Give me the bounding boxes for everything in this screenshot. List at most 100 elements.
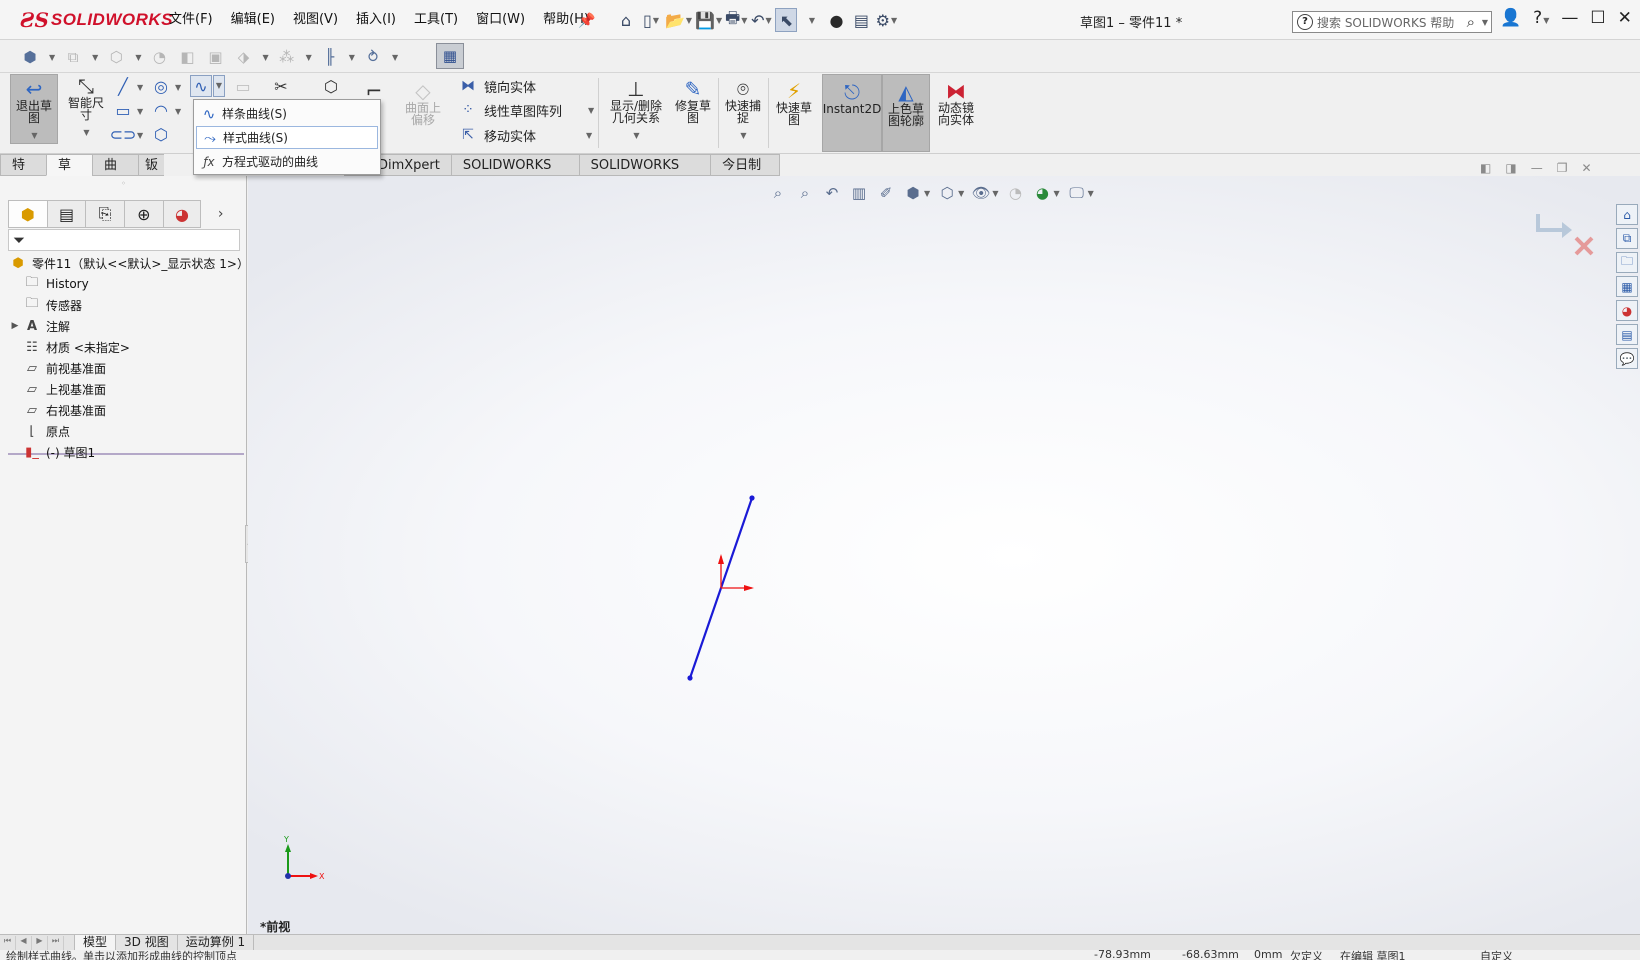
tab-solidworks-mbd[interactable]: SOLIDWORKS MBD	[578, 154, 711, 194]
propertymanager-tab-icon[interactable]: ▤	[46, 200, 86, 228]
rib-icon[interactable]: ⬗	[233, 47, 253, 67]
cancel-sketch-corner-icon[interactable]	[1574, 236, 1594, 256]
tab-today-manufacturing[interactable]: 今日制造	[710, 154, 781, 194]
close-icon[interactable]: ✕	[1618, 8, 1632, 28]
zoom-to-area-icon[interactable]: ⌕	[795, 183, 815, 203]
instant2d-button[interactable]: ⎋ Instant2D	[822, 74, 882, 152]
menu-file[interactable]: 文件(F)	[160, 7, 222, 33]
line-dropdown-icon[interactable]: ▼	[137, 83, 143, 92]
reference-geometry-icon[interactable]: ╟	[320, 47, 340, 67]
tree-item-sketch1[interactable]: ▮_ (-) 草图1	[8, 442, 95, 462]
shaded-sketch-contours-button[interactable]: ◭ 上色草 图轮廓	[882, 74, 930, 152]
chamfer-icon[interactable]: ◧	[177, 47, 197, 67]
reference-dropdown-icon[interactable]: ▼	[349, 53, 355, 62]
fillet-icon[interactable]: ◔	[149, 47, 169, 67]
tab-3d-views[interactable]: 3D 视图	[115, 934, 177, 951]
select-pointer-icon[interactable]: ⬉	[775, 8, 798, 32]
menu-insert[interactable]: 插入(I)	[347, 7, 405, 33]
tab-sketch[interactable]: 草图	[45, 154, 92, 194]
view-settings-dropdown-icon[interactable]: ▼	[1088, 189, 1094, 198]
rectangle-icon[interactable]: ▭	[112, 99, 134, 121]
save-icon[interactable]: 💾 ▼	[695, 8, 722, 32]
last-tab-icon[interactable]: ⏭	[48, 935, 64, 950]
design-library-icon[interactable]: ⧉	[1616, 228, 1638, 249]
arc-dropdown-icon[interactable]: ▼	[175, 107, 181, 116]
show-delete-relations-button[interactable]: ⊥ 显示/删除 几何关系 ▼	[602, 78, 670, 144]
zoom-to-fit-icon[interactable]: ⌕	[768, 183, 788, 203]
user-account-icon[interactable]: 👤	[1500, 8, 1521, 28]
circle-icon[interactable]: ◎	[150, 75, 172, 97]
linear-pattern-dropdown-icon[interactable]: ▼	[588, 106, 594, 115]
assembly-dropdown-icon[interactable]: ▼	[92, 53, 98, 62]
tab-solidworks-addins[interactable]: SOLIDWORKS 插件	[450, 154, 579, 194]
line-icon[interactable]: ╱	[112, 75, 134, 97]
menu-window[interactable]: 窗口(W)	[467, 7, 534, 33]
panel-grip-icon[interactable]: ◦	[0, 176, 247, 190]
tab-surfaces[interactable]: 曲面	[91, 154, 138, 194]
exit-sketch-corner-icon[interactable]	[1536, 214, 1572, 238]
rectangle-dropdown-icon[interactable]: ▼	[137, 107, 143, 116]
status-units[interactable]: 自定义	[1480, 950, 1513, 960]
custom-properties-icon[interactable]: ▤	[1616, 324, 1638, 345]
menu-item-style-spline[interactable]: ⤳ 样式曲线(S)	[196, 126, 378, 149]
tree-root-part[interactable]: ⬢ 零件11（默认<<默认>_显示状态 1>）	[8, 253, 249, 273]
convert-entities-icon[interactable]: ⬡	[320, 75, 342, 97]
configurationmanager-tab-icon[interactable]: ⎘	[85, 200, 125, 228]
tree-filter-input[interactable]: ⏷	[8, 229, 240, 251]
minimize-icon[interactable]: —	[1561, 8, 1578, 28]
collapse-left-icon[interactable]: ◧	[1480, 161, 1491, 175]
menu-view[interactable]: 视图(V)	[284, 7, 347, 33]
sketch-endpoint[interactable]	[749, 495, 755, 501]
spline-icon[interactable]: ∿	[190, 75, 212, 97]
next-tab-icon[interactable]: ▶	[32, 935, 48, 950]
view-palette-icon[interactable]: ▦	[1616, 276, 1638, 297]
tree-item-origin[interactable]: ⌊ 原点	[8, 421, 70, 441]
viewport-minimize-icon[interactable]: —	[1531, 161, 1543, 175]
previous-view-icon[interactable]: ↶	[822, 183, 842, 203]
select-dropdown-icon[interactable]: ▼	[800, 8, 822, 32]
text-icon[interactable]: ▭	[232, 75, 254, 97]
move-entities-button[interactable]: ⇱ 移动实体 ▼	[458, 124, 592, 146]
menu-tools[interactable]: 工具(T)	[405, 7, 467, 33]
rapid-sketch-button[interactable]: ⚡ 快速草 图	[772, 80, 816, 144]
file-explorer-icon[interactable]: 🗀	[1616, 252, 1638, 273]
shell-icon[interactable]: ▣	[205, 47, 225, 67]
view-orientation-icon[interactable]: ⬢	[903, 183, 923, 203]
print-icon[interactable]: 🖶 ▼	[725, 8, 747, 32]
edit-appearance-icon[interactable]: ◔	[1005, 183, 1025, 203]
search-icon[interactable]: ⌕	[1467, 13, 1475, 31]
chevron-right-icon[interactable]: ›	[201, 200, 240, 228]
viewport-restore-icon[interactable]: ❐	[1557, 161, 1568, 175]
options-gear-icon[interactable]: ⚙ ▼	[875, 8, 898, 32]
extrude-dropdown-icon[interactable]: ▼	[135, 53, 141, 62]
help-search-input[interactable]: ? 搜索 SOLIDWORKS 帮助 ⌕ ▼	[1292, 11, 1492, 33]
display-style-dropdown-icon[interactable]: ▼	[958, 189, 964, 198]
rib-dropdown-icon[interactable]: ▼	[262, 53, 268, 62]
polygon-icon[interactable]: ⬡	[150, 123, 172, 145]
tree-item-annotations[interactable]: ▶ A 注解	[8, 316, 70, 336]
file-properties-icon[interactable]: ▤	[850, 8, 872, 32]
expand-arrow-icon[interactable]: ▶	[8, 321, 22, 331]
undo-icon[interactable]: ↶ ▼	[750, 8, 772, 32]
repair-sketch-button[interactable]: ✎ 修复草 图	[672, 78, 714, 144]
pin-menu-icon[interactable]: 📌	[578, 13, 595, 29]
circle-dropdown-icon[interactable]: ▼	[175, 83, 181, 92]
section-view-icon[interactable]: ▥	[849, 183, 869, 203]
search-dropdown-icon[interactable]: ▼	[1482, 18, 1488, 27]
dimxpertmanager-tab-icon[interactable]: ⊕	[124, 200, 163, 228]
tab-motion-study[interactable]: 运动算例 1	[176, 934, 255, 951]
mirror-entities-button[interactable]: ⧓ 镜向实体	[458, 75, 536, 97]
dynamic-annotation-icon[interactable]: ✐	[876, 183, 896, 203]
exit-sketch-button[interactable]: ↩ 退出草 图 ▼	[10, 74, 58, 144]
tree-item-right-plane[interactable]: ▱ 右视基准面	[8, 400, 106, 420]
tree-item-sensors[interactable]: 🗀 传感器	[8, 295, 82, 315]
slot-icon[interactable]: ⊂⊃	[110, 123, 137, 145]
apply-scene-dropdown-icon[interactable]: ▼	[1053, 189, 1059, 198]
assembly-icon[interactable]: ⧉	[63, 47, 83, 67]
part-icon[interactable]: ⬢	[20, 47, 40, 67]
smart-dimension-button[interactable]: ⤡ 智能尺 寸 ▼	[62, 75, 110, 145]
forum-icon[interactable]: 💬	[1616, 348, 1638, 369]
solidworks-logo[interactable]: ƧS SOLIDWORKS	[20, 8, 173, 32]
pattern-dropdown-icon[interactable]: ▼	[306, 53, 312, 62]
displaymanager-tab-icon[interactable]: ◕	[162, 200, 202, 228]
